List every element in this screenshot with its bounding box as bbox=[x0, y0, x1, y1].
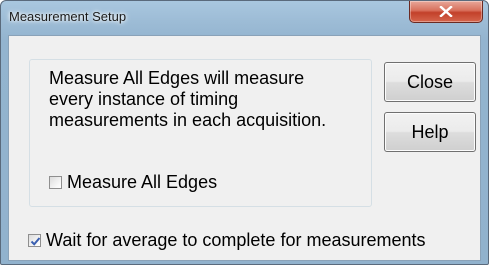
wait-for-average-label[interactable]: Wait for average to complete for measure… bbox=[46, 230, 426, 251]
close-button[interactable]: Close bbox=[384, 62, 476, 102]
wait-for-average-checkbox[interactable] bbox=[28, 234, 41, 247]
help-button[interactable]: Help bbox=[384, 112, 476, 152]
measurement-setup-dialog: Measurement Setup Measure All Edges will… bbox=[0, 0, 489, 265]
wait-for-average-option[interactable]: Wait for average to complete for measure… bbox=[28, 230, 426, 251]
measure-all-edges-checkbox[interactable] bbox=[49, 176, 62, 189]
close-x-icon bbox=[439, 6, 453, 17]
measure-all-edges-option[interactable]: Measure All Edges bbox=[49, 172, 217, 193]
title-bar[interactable]: Measurement Setup bbox=[1, 1, 488, 35]
measure-all-edges-description: Measure All Edges will measure every ins… bbox=[49, 68, 327, 130]
window-title: Measurement Setup bbox=[9, 9, 127, 24]
checkmark-icon bbox=[30, 237, 41, 246]
measure-all-edges-label[interactable]: Measure All Edges bbox=[67, 172, 217, 193]
dialog-client-area: Measure All Edges will measure every ins… bbox=[8, 35, 481, 261]
window-close-button[interactable] bbox=[409, 1, 483, 23]
measure-all-edges-group: Measure All Edges will measure every ins… bbox=[29, 59, 372, 207]
